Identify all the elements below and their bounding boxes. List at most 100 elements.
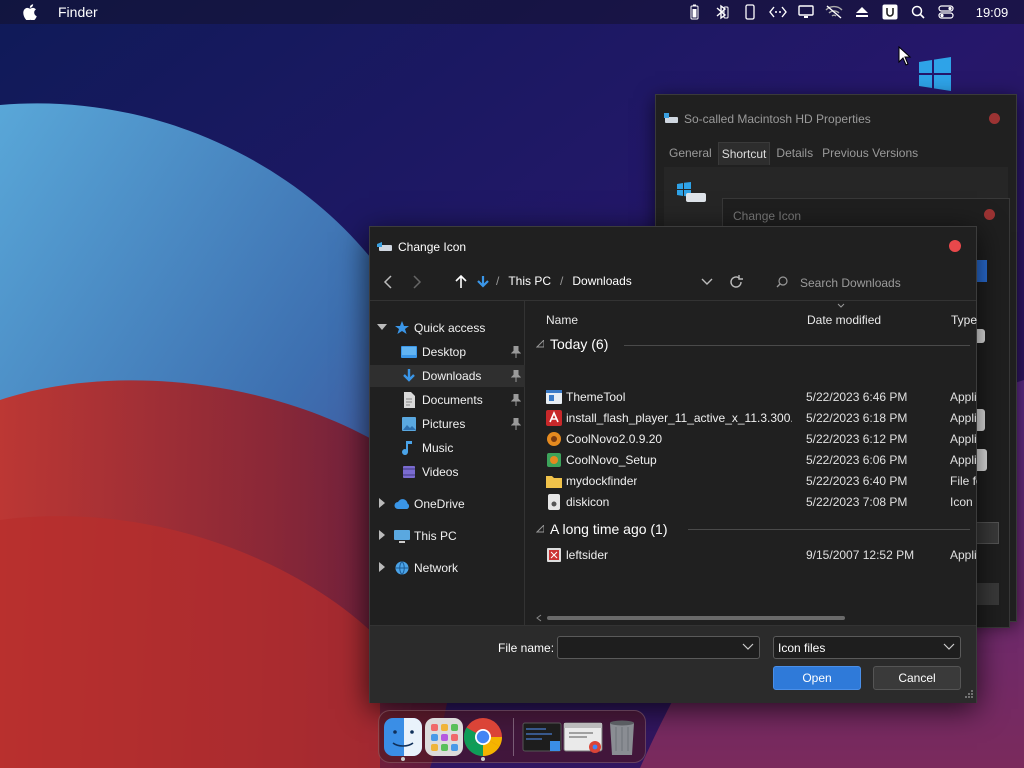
sidebar-item-downloads[interactable]: Downloads bbox=[370, 365, 525, 387]
collapse-group-icon[interactable] bbox=[536, 525, 544, 533]
battery-icon[interactable] bbox=[680, 0, 708, 24]
u-icon[interactable] bbox=[876, 0, 904, 24]
close-button[interactable] bbox=[984, 209, 995, 220]
menu-clock[interactable]: 19:09 bbox=[960, 5, 1024, 20]
trash-icon[interactable] bbox=[602, 717, 642, 757]
terminal-window-icon[interactable] bbox=[522, 717, 562, 757]
collapse-group-icon[interactable] bbox=[536, 340, 544, 348]
pin-icon[interactable] bbox=[511, 346, 521, 358]
file-name: leftsider bbox=[566, 548, 609, 562]
refresh-icon[interactable] bbox=[727, 273, 745, 291]
cloud-icon bbox=[394, 499, 410, 509]
breadcrumb: / This PC / Downloads bbox=[496, 274, 632, 288]
cancel-button[interactable]: Cancel bbox=[873, 666, 961, 690]
file-row-leftsider[interactable]: leftsider 9/15/2007 12:52 PM Appli bbox=[540, 545, 977, 566]
sidebar-item-label: Desktop bbox=[422, 345, 467, 359]
back-arrow-icon[interactable] bbox=[379, 273, 397, 291]
pin-icon[interactable] bbox=[511, 370, 521, 382]
group-header-long-time-ago[interactable]: A long time ago (1) bbox=[550, 521, 668, 537]
file-row-mydockfinder[interactable]: mydockfinder 5/22/2023 6:40 PM File fo bbox=[540, 471, 977, 492]
file-date: 5/22/2023 6:12 PM bbox=[806, 432, 908, 446]
scroll-left-icon[interactable] bbox=[536, 614, 542, 622]
tab-previous-versions[interactable]: Previous Versions bbox=[819, 142, 921, 165]
sidebar-item-pictures[interactable]: Pictures bbox=[370, 413, 525, 435]
tab-shortcut[interactable]: Shortcut bbox=[717, 142, 771, 165]
open-button[interactable]: Open bbox=[773, 666, 861, 690]
display-icon[interactable] bbox=[792, 0, 820, 24]
group-header-today[interactable]: Today (6) bbox=[550, 336, 608, 352]
file-row-flash-installer[interactable]: install_flash_player_11_active_x_11.3.30… bbox=[540, 408, 977, 429]
search-icon[interactable] bbox=[904, 0, 932, 24]
launchpad-icon[interactable] bbox=[424, 717, 464, 757]
sidebar-item-this-pc[interactable]: This PC bbox=[370, 525, 525, 547]
sidebar-item-videos[interactable]: Videos bbox=[370, 461, 525, 483]
sidebar-item-music[interactable]: Music bbox=[370, 437, 525, 459]
properties-window-title: So-called Macintosh HD Properties bbox=[684, 112, 871, 126]
sidebar-item-label: OneDrive bbox=[414, 497, 465, 511]
up-arrow-icon[interactable] bbox=[452, 273, 470, 291]
bluetooth-icon[interactable] bbox=[708, 0, 736, 24]
file-name: CoolNovo2.0.9.20 bbox=[566, 432, 663, 446]
phone-icon[interactable] bbox=[736, 0, 764, 24]
finder-icon[interactable] bbox=[383, 717, 423, 757]
column-header-date[interactable]: Date modified bbox=[807, 313, 881, 327]
file-name: diskicon bbox=[566, 495, 610, 509]
file-type: Appli bbox=[950, 411, 977, 425]
file-name: CoolNovo_Setup bbox=[566, 453, 657, 467]
code-icon[interactable] bbox=[764, 0, 792, 24]
chevron-right-icon[interactable] bbox=[377, 530, 387, 540]
sidebar-item-label: This PC bbox=[414, 529, 457, 543]
file-row-coolnovo[interactable]: CoolNovo2.0.9.20 5/22/2023 6:12 PM Appli bbox=[540, 429, 977, 450]
file-type-select[interactable]: Icon files bbox=[773, 636, 961, 659]
eject-icon[interactable] bbox=[848, 0, 876, 24]
sidebar-item-label: Network bbox=[414, 561, 459, 575]
horizontal-scrollbar[interactable] bbox=[536, 614, 956, 622]
resize-grip-icon[interactable] bbox=[964, 689, 974, 699]
navigation-bar: / This PC / Downloads Search Downloads bbox=[370, 265, 976, 299]
tab-general[interactable]: General bbox=[666, 142, 715, 165]
tab-details[interactable]: Details bbox=[773, 142, 816, 165]
close-button[interactable] bbox=[949, 240, 961, 252]
chrome-icon[interactable] bbox=[463, 717, 503, 757]
chrome-window-icon[interactable] bbox=[563, 717, 603, 757]
breadcrumb-downloads[interactable]: Downloads bbox=[572, 274, 631, 288]
column-header-name[interactable]: Name bbox=[546, 313, 578, 327]
active-app-name[interactable]: Finder bbox=[58, 4, 98, 20]
coolnovo-icon bbox=[547, 432, 561, 446]
chevron-down-icon[interactable] bbox=[943, 642, 955, 652]
file-name-label: File name: bbox=[498, 641, 555, 655]
breadcrumb-this-pc[interactable]: This PC bbox=[508, 274, 551, 288]
close-button[interactable] bbox=[989, 113, 1000, 124]
chevron-down-icon[interactable] bbox=[742, 642, 754, 652]
scrollbar-thumb[interactable] bbox=[547, 616, 845, 620]
sidebar-item-onedrive[interactable]: OneDrive bbox=[370, 493, 525, 515]
search-box[interactable]: Search Downloads bbox=[776, 273, 966, 293]
forward-arrow-icon[interactable] bbox=[408, 273, 426, 291]
chevron-right-icon[interactable] bbox=[377, 498, 387, 508]
file-row-coolnovo-setup[interactable]: CoolNovo_Setup 5/22/2023 6:06 PM Appli bbox=[540, 450, 977, 471]
sidebar-item-network[interactable]: Network bbox=[370, 557, 525, 579]
file-type: Appli bbox=[950, 432, 977, 446]
control-center-icon[interactable] bbox=[932, 0, 960, 24]
chevron-down-icon[interactable] bbox=[698, 273, 716, 291]
file-row-themetool[interactable]: ThemeTool 5/22/2023 6:46 PM Appli bbox=[540, 387, 977, 408]
wifi-off-icon[interactable] bbox=[820, 0, 848, 24]
apple-icon[interactable] bbox=[20, 2, 40, 22]
chevron-right-icon[interactable] bbox=[377, 562, 387, 572]
sidebar-item-desktop[interactable]: Desktop bbox=[370, 341, 525, 363]
pin-icon[interactable] bbox=[511, 394, 521, 406]
sidebar-item-documents[interactable]: Documents bbox=[370, 389, 525, 411]
column-header-type[interactable]: Type bbox=[951, 313, 977, 327]
chevron-down-icon[interactable] bbox=[377, 322, 387, 332]
group-divider bbox=[688, 529, 970, 530]
pin-icon[interactable] bbox=[511, 418, 521, 430]
group-divider bbox=[624, 345, 970, 346]
running-indicator bbox=[481, 757, 485, 761]
file-name-input[interactable] bbox=[557, 636, 760, 659]
file-row-diskicon[interactable]: diskicon 5/22/2023 7:08 PM Icon bbox=[540, 492, 977, 513]
file-date: 5/22/2023 6:18 PM bbox=[806, 411, 908, 425]
sidebar-item-quick-access[interactable]: Quick access bbox=[370, 317, 525, 339]
windows-drive-icon bbox=[676, 181, 708, 210]
dialog-titlebar[interactable]: Change Icon bbox=[370, 227, 976, 265]
sidebar-item-label: Quick access bbox=[414, 321, 486, 335]
